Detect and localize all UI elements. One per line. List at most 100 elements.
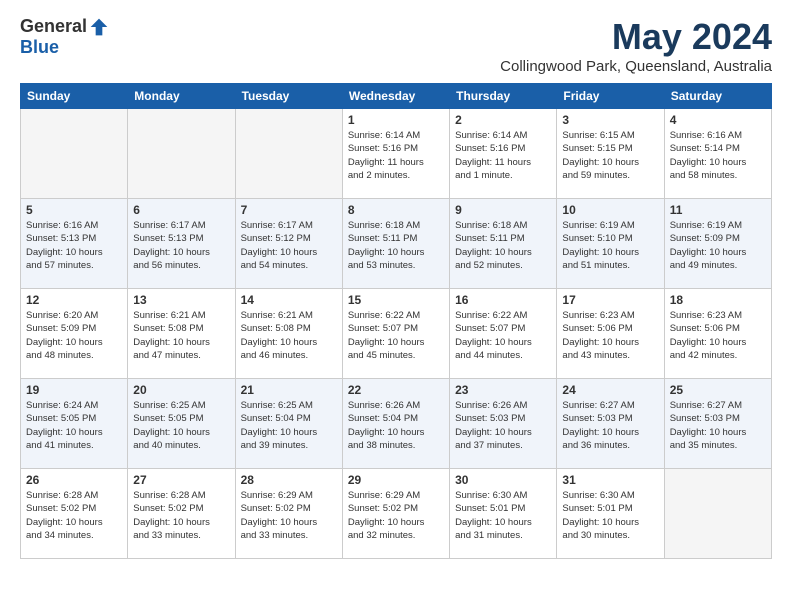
calendar-cell: 2 Sunrise: 6:14 AM Sunset: 5:16 PM Daylig… [450, 109, 557, 199]
calendar-cell [21, 109, 128, 199]
title-area: May 2024 Collingwood Park, Queensland, A… [500, 16, 772, 75]
calendar-cell: 6Sunrise: 6:17 AM Sunset: 5:13 PM Daylig… [128, 199, 235, 289]
day-info: Sunrise: 6:28 AM Sunset: 5:02 PM Dayligh… [26, 489, 122, 542]
day-number: 22 [348, 383, 444, 397]
day-number: 30 [455, 473, 551, 487]
calendar-week-row: 5 Sunrise: 6:16 AM Sunset: 5:13 PM Daylig… [21, 199, 772, 289]
day-info: Sunrise: 6:17 AM Sunset: 5:13 PM Dayligh… [133, 219, 229, 272]
day-info: Sunrise: 6:14 AM Sunset: 5:16 PM Dayligh… [455, 129, 551, 182]
calendar-cell: 1 Sunrise: 6:14 AM Sunset: 5:16 PM Daylig… [342, 109, 449, 199]
day-info: Sunrise: 6:26 AM Sunset: 5:04 PM Dayligh… [348, 399, 444, 452]
calendar-cell: 5 Sunrise: 6:16 AM Sunset: 5:13 PM Daylig… [21, 199, 128, 289]
day-number: 1 [348, 113, 444, 127]
calendar-cell: 18 Sunrise: 6:23 AM Sunset: 5:06 PM Dayli… [664, 289, 771, 379]
day-info: Sunrise: 6:23 AM Sunset: 5:06 PM Dayligh… [670, 309, 766, 362]
day-info: Sunrise: 6:26 AM Sunset: 5:03 PM Dayligh… [455, 399, 551, 452]
weekday-header-tuesday: Tuesday [235, 84, 342, 109]
calendar-cell: 15 Sunrise: 6:22 AM Sunset: 5:07 PM Dayli… [342, 289, 449, 379]
day-info: Sunrise: 6:28 AM Sunset: 5:02 PM Dayligh… [133, 489, 229, 542]
calendar-cell: 25 Sunrise: 6:27 AM Sunset: 5:03 PM Dayli… [664, 379, 771, 469]
calendar-cell: 14 Sunrise: 6:21 AM Sunset: 5:08 PM Dayli… [235, 289, 342, 379]
day-number: 31 [562, 473, 658, 487]
calendar-cell: 16Sunrise: 6:22 AM Sunset: 5:07 PM Dayli… [450, 289, 557, 379]
day-info: Sunrise: 6:27 AM Sunset: 5:03 PM Dayligh… [562, 399, 658, 452]
calendar-cell [235, 109, 342, 199]
day-number: 12 [26, 293, 122, 307]
day-number: 10 [562, 203, 658, 217]
calendar-table: SundayMondayTuesdayWednesdayThursdayFrid… [20, 83, 772, 559]
day-info: Sunrise: 6:22 AM Sunset: 5:07 PM Dayligh… [348, 309, 444, 362]
day-info: Sunrise: 6:21 AM Sunset: 5:08 PM Dayligh… [133, 309, 229, 362]
day-info: Sunrise: 6:21 AM Sunset: 5:08 PM Dayligh… [241, 309, 337, 362]
calendar-cell: 9 Sunrise: 6:18 AM Sunset: 5:11 PM Daylig… [450, 199, 557, 289]
day-info: Sunrise: 6:16 AM Sunset: 5:13 PM Dayligh… [26, 219, 122, 272]
day-number: 11 [670, 203, 766, 217]
day-number: 8 [348, 203, 444, 217]
calendar-cell: 7 Sunrise: 6:17 AM Sunset: 5:12 PM Daylig… [235, 199, 342, 289]
day-number: 25 [670, 383, 766, 397]
day-number: 15 [348, 293, 444, 307]
weekday-header-monday: Monday [128, 84, 235, 109]
logo: General Blue [20, 16, 109, 58]
calendar-cell [128, 109, 235, 199]
day-number: 9 [455, 203, 551, 217]
day-number: 2 [455, 113, 551, 127]
calendar-week-row: 26 Sunrise: 6:28 AM Sunset: 5:02 PM Dayli… [21, 469, 772, 559]
calendar-cell: 19Sunrise: 6:24 AM Sunset: 5:05 PM Dayli… [21, 379, 128, 469]
day-number: 24 [562, 383, 658, 397]
day-number: 3 [562, 113, 658, 127]
calendar-cell: 3 Sunrise: 6:15 AM Sunset: 5:15 PM Daylig… [557, 109, 664, 199]
day-number: 7 [241, 203, 337, 217]
day-number: 28 [241, 473, 337, 487]
calendar-week-row: 1 Sunrise: 6:14 AM Sunset: 5:16 PM Daylig… [21, 109, 772, 199]
logo-icon [89, 17, 109, 37]
day-info: Sunrise: 6:23 AM Sunset: 5:06 PM Dayligh… [562, 309, 658, 362]
weekday-header-friday: Friday [557, 84, 664, 109]
weekday-header-wednesday: Wednesday [342, 84, 449, 109]
day-info: Sunrise: 6:15 AM Sunset: 5:15 PM Dayligh… [562, 129, 658, 182]
calendar-header-row: SundayMondayTuesdayWednesdayThursdayFrid… [21, 84, 772, 109]
day-number: 20 [133, 383, 229, 397]
month-title: May 2024 [500, 16, 772, 58]
calendar-cell: 11 Sunrise: 6:19 AM Sunset: 5:09 PM Dayli… [664, 199, 771, 289]
day-number: 18 [670, 293, 766, 307]
calendar-cell: 28 Sunrise: 6:29 AM Sunset: 5:02 PM Dayli… [235, 469, 342, 559]
day-info: Sunrise: 6:27 AM Sunset: 5:03 PM Dayligh… [670, 399, 766, 452]
day-info: Sunrise: 6:22 AM Sunset: 5:07 PM Dayligh… [455, 309, 551, 362]
day-number: 26 [26, 473, 122, 487]
day-info: Sunrise: 6:14 AM Sunset: 5:16 PM Dayligh… [348, 129, 444, 182]
logo-blue-text: Blue [20, 37, 59, 58]
day-info: Sunrise: 6:18 AM Sunset: 5:11 PM Dayligh… [348, 219, 444, 272]
calendar-cell: 17 Sunrise: 6:23 AM Sunset: 5:06 PM Dayli… [557, 289, 664, 379]
day-info: Sunrise: 6:29 AM Sunset: 5:02 PM Dayligh… [241, 489, 337, 542]
calendar-cell [664, 469, 771, 559]
page-header: General Blue May 2024 Collingwood Park, … [20, 16, 772, 75]
calendar-cell: 20 Sunrise: 6:25 AM Sunset: 5:05 PM Dayli… [128, 379, 235, 469]
weekday-header-thursday: Thursday [450, 84, 557, 109]
calendar-week-row: 19Sunrise: 6:24 AM Sunset: 5:05 PM Dayli… [21, 379, 772, 469]
day-info: Sunrise: 6:17 AM Sunset: 5:12 PM Dayligh… [241, 219, 337, 272]
day-info: Sunrise: 6:18 AM Sunset: 5:11 PM Dayligh… [455, 219, 551, 272]
calendar-week-row: 12 Sunrise: 6:20 AM Sunset: 5:09 PM Dayli… [21, 289, 772, 379]
day-info: Sunrise: 6:16 AM Sunset: 5:14 PM Dayligh… [670, 129, 766, 182]
day-info: Sunrise: 6:25 AM Sunset: 5:05 PM Dayligh… [133, 399, 229, 452]
day-info: Sunrise: 6:19 AM Sunset: 5:09 PM Dayligh… [670, 219, 766, 272]
calendar-cell: 27 Sunrise: 6:28 AM Sunset: 5:02 PM Dayli… [128, 469, 235, 559]
day-info: Sunrise: 6:30 AM Sunset: 5:01 PM Dayligh… [455, 489, 551, 542]
day-number: 19 [26, 383, 122, 397]
day-number: 21 [241, 383, 337, 397]
calendar-cell: 8 Sunrise: 6:18 AM Sunset: 5:11 PM Daylig… [342, 199, 449, 289]
day-info: Sunrise: 6:20 AM Sunset: 5:09 PM Dayligh… [26, 309, 122, 362]
day-info: Sunrise: 6:19 AM Sunset: 5:10 PM Dayligh… [562, 219, 658, 272]
day-number: 17 [562, 293, 658, 307]
day-number: 29 [348, 473, 444, 487]
day-number: 5 [26, 203, 122, 217]
day-info: Sunrise: 6:25 AM Sunset: 5:04 PM Dayligh… [241, 399, 337, 452]
logo-general-text: General [20, 16, 87, 37]
day-info: Sunrise: 6:29 AM Sunset: 5:02 PM Dayligh… [348, 489, 444, 542]
day-number: 27 [133, 473, 229, 487]
weekday-header-sunday: Sunday [21, 84, 128, 109]
day-number: 23 [455, 383, 551, 397]
calendar-cell: 31Sunrise: 6:30 AM Sunset: 5:01 PM Dayli… [557, 469, 664, 559]
day-number: 14 [241, 293, 337, 307]
